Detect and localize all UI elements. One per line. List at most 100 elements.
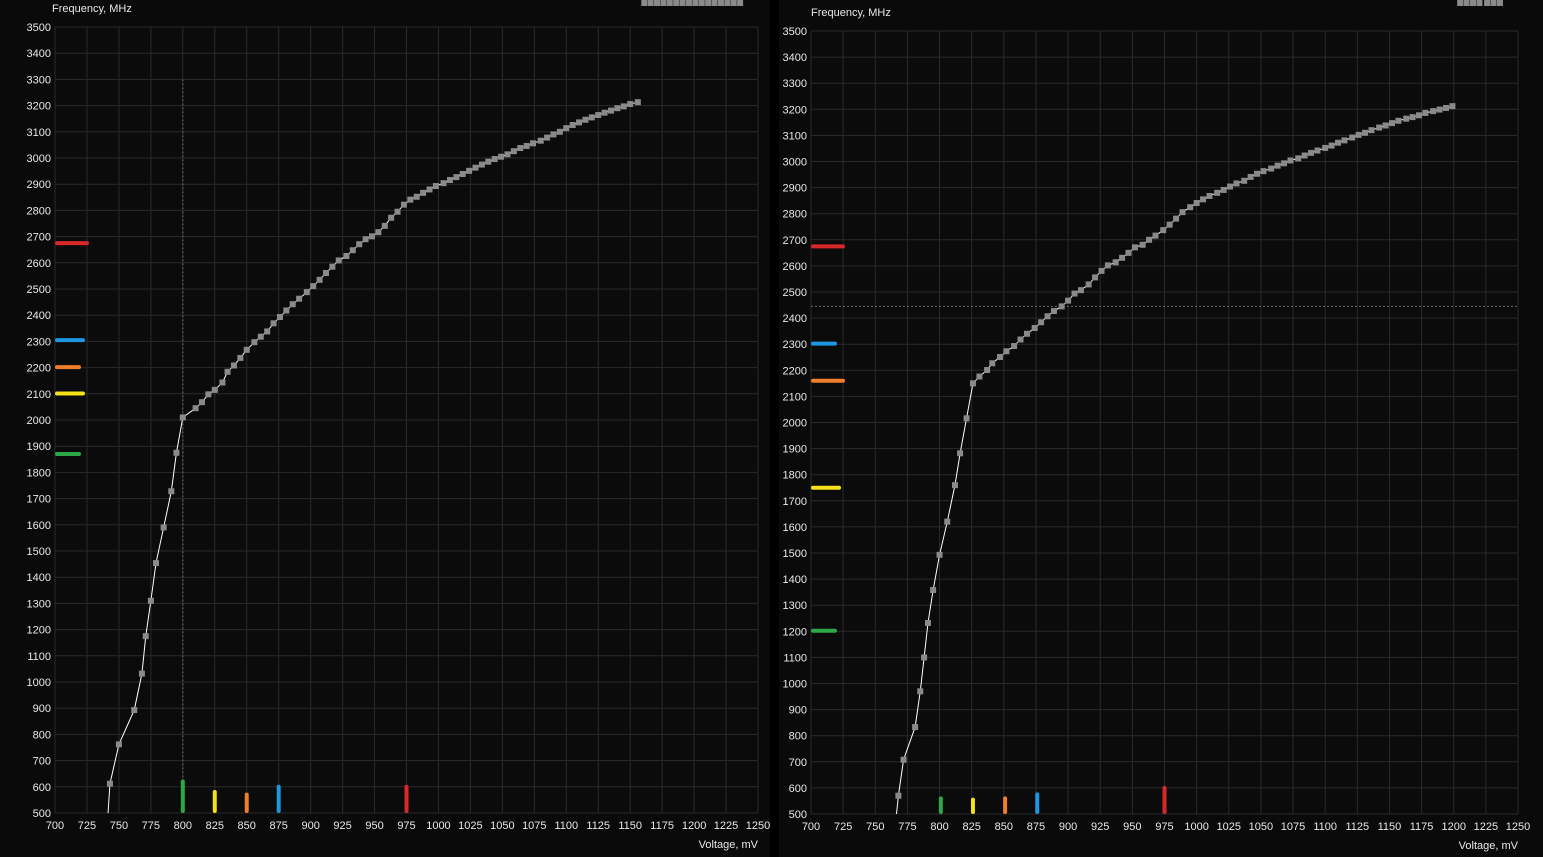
curve-point[interactable] <box>895 792 902 799</box>
curve-point[interactable] <box>523 142 530 149</box>
curve-point[interactable] <box>1335 139 1342 146</box>
curve-point[interactable] <box>1368 127 1375 134</box>
curve-point[interactable] <box>1470 0 1477 6</box>
curve-point[interactable] <box>666 0 673 6</box>
curve-point[interactable] <box>106 780 113 787</box>
curve-point[interactable] <box>296 295 303 302</box>
curve-point[interactable] <box>131 707 138 714</box>
curve-point[interactable] <box>173 449 180 456</box>
curve-point[interactable] <box>537 137 544 144</box>
curve-point[interactable] <box>1119 254 1126 261</box>
curve-point[interactable] <box>1044 313 1051 320</box>
curve-point[interactable] <box>930 587 937 594</box>
curve-point[interactable] <box>1409 114 1416 121</box>
vf-curve-chart-left[interactable]: 500 600 700 800 900 1000 1100 1200 1300 1400 1500 1… <box>0 0 770 857</box>
curve-point[interactable] <box>446 177 453 184</box>
curve-point[interactable] <box>504 151 511 158</box>
curve-point[interactable] <box>1443 104 1450 111</box>
curve-point[interactable] <box>1457 0 1464 6</box>
curve-point[interactable] <box>276 314 283 321</box>
curve-point[interactable] <box>466 167 473 174</box>
curve-point[interactable] <box>1314 147 1321 154</box>
curve-point[interactable] <box>472 164 479 171</box>
curve-point[interactable] <box>168 488 175 495</box>
curve-point[interactable] <box>627 101 634 108</box>
curve-point[interactable] <box>917 688 924 695</box>
curve-point[interactable] <box>654 0 661 6</box>
curve-point[interactable] <box>1362 129 1369 136</box>
curve-point[interactable] <box>1308 149 1315 156</box>
curve-point[interactable] <box>1301 152 1308 159</box>
curve-point[interactable] <box>356 241 363 248</box>
curve-point[interactable] <box>510 148 517 155</box>
curve-point[interactable] <box>1416 112 1423 119</box>
curve-point[interactable] <box>160 524 167 531</box>
curve-point[interactable] <box>1003 348 1010 355</box>
curve-point[interactable] <box>264 328 271 335</box>
curve-point[interactable] <box>595 112 602 119</box>
curve-point[interactable] <box>1254 170 1261 177</box>
curve-point[interactable] <box>362 236 369 243</box>
curve-point[interactable] <box>491 156 498 163</box>
curve-point[interactable] <box>1295 155 1302 162</box>
curve-point[interactable] <box>1355 131 1362 138</box>
curve-point[interactable] <box>1092 274 1099 281</box>
curve-point[interactable] <box>588 114 595 121</box>
curve-point[interactable] <box>569 121 576 128</box>
curve-point[interactable] <box>1179 209 1186 216</box>
curve-point[interactable] <box>963 415 970 422</box>
curve-point[interactable] <box>1376 124 1383 131</box>
curve-point[interactable] <box>582 116 589 123</box>
curve-point[interactable] <box>388 214 395 221</box>
curve-point[interactable] <box>1389 120 1396 127</box>
curve-point[interactable] <box>1395 117 1402 124</box>
curve-point[interactable] <box>343 252 350 259</box>
curve-point[interactable] <box>1484 0 1491 6</box>
curve-point[interactable] <box>620 103 627 110</box>
curve-point[interactable] <box>608 107 615 114</box>
curve-point[interactable] <box>1038 319 1045 326</box>
curve-point[interactable] <box>251 339 258 346</box>
curve-point[interactable] <box>394 208 401 215</box>
curve-point[interactable] <box>647 0 654 6</box>
curve-point[interactable] <box>660 0 667 6</box>
curve-point[interactable] <box>737 0 744 6</box>
curve-point[interactable] <box>1023 330 1030 337</box>
curve-point[interactable] <box>1430 108 1437 115</box>
curve-point[interactable] <box>459 170 466 177</box>
curve-point[interactable] <box>329 263 336 270</box>
curve-point[interactable] <box>1436 106 1443 113</box>
curve-point[interactable] <box>912 724 919 731</box>
curve-point[interactable] <box>951 482 958 489</box>
curve-point[interactable] <box>289 301 296 308</box>
curve-point[interactable] <box>219 379 226 386</box>
vf-curve-chart-right[interactable]: 500 600 700 800 900 1000 1100 1200 1300 1400 1500 1… <box>779 0 1543 857</box>
curve-point[interactable] <box>601 109 608 116</box>
curve-point[interactable] <box>432 183 439 190</box>
curve-point[interactable] <box>375 229 382 236</box>
curve-point[interactable] <box>730 0 737 6</box>
curve-point[interactable] <box>224 368 231 375</box>
curve-point[interactable] <box>717 0 724 6</box>
curve-point[interactable] <box>413 193 420 200</box>
curve-point[interactable] <box>349 247 356 254</box>
curve-point[interactable] <box>1160 227 1167 234</box>
curve-point[interactable] <box>924 619 931 626</box>
curve-point[interactable] <box>1098 267 1105 274</box>
curve-point[interactable] <box>957 450 964 457</box>
curve-point[interactable] <box>711 0 718 6</box>
curve-point[interactable] <box>944 518 951 525</box>
curve-point[interactable] <box>1200 196 1207 203</box>
curve-point[interactable] <box>453 174 460 181</box>
curve-point[interactable] <box>1077 287 1084 294</box>
curve-point[interactable] <box>381 222 388 229</box>
curve-point[interactable] <box>1085 281 1092 288</box>
curve-point[interactable] <box>1322 144 1329 151</box>
curve-point[interactable] <box>900 756 907 763</box>
curve-point[interactable] <box>1193 199 1200 206</box>
curve-point[interactable] <box>1112 259 1119 266</box>
curve-point[interactable] <box>989 360 996 367</box>
curve-point[interactable] <box>1328 142 1335 149</box>
curve-point[interactable] <box>142 633 149 640</box>
curve-point[interactable] <box>179 414 186 421</box>
